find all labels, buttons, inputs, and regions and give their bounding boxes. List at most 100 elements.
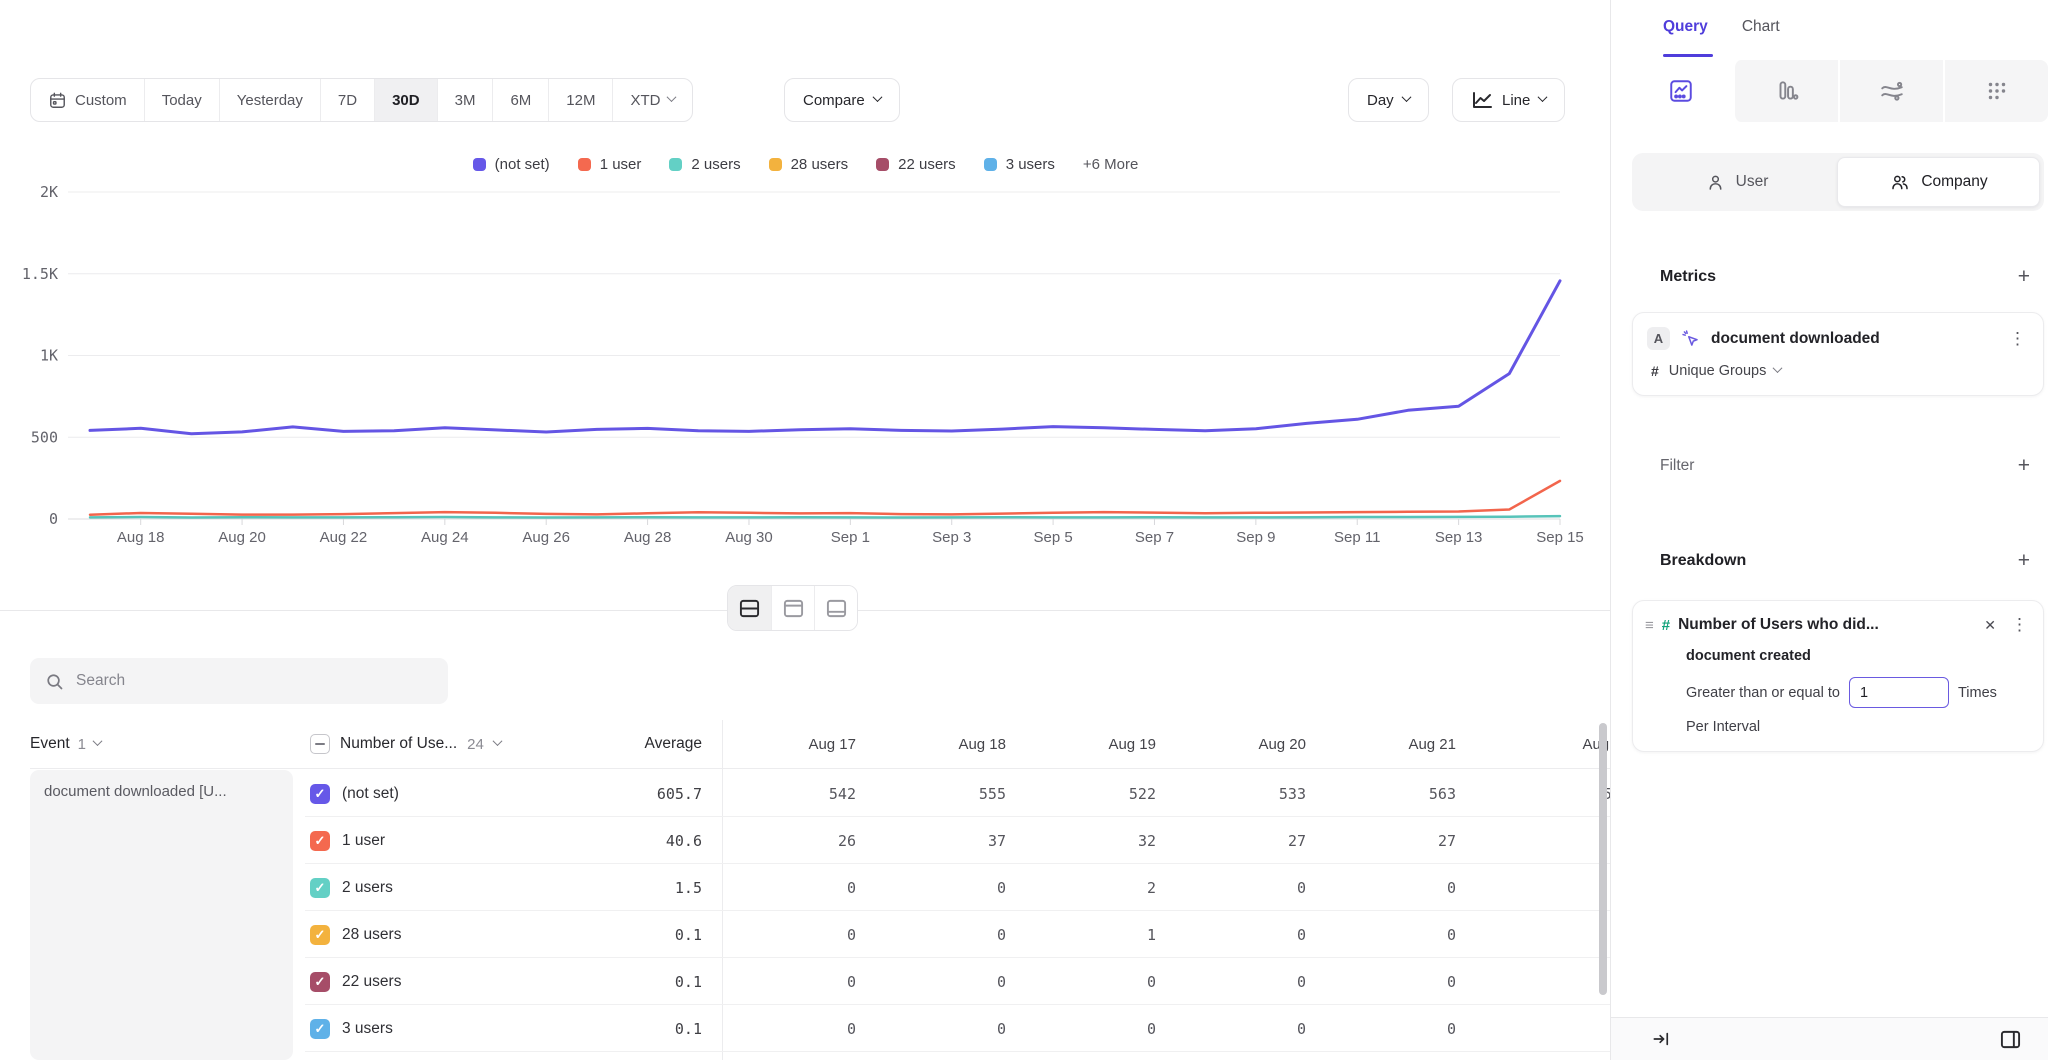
search-box bbox=[30, 658, 448, 704]
add-metric-button[interactable]: + bbox=[2012, 264, 2036, 289]
drag-handle-icon[interactable]: ≡ bbox=[1645, 617, 1654, 634]
legend-label: 28 users bbox=[791, 156, 849, 173]
legend-item[interactable]: 1 user bbox=[578, 156, 642, 173]
row-date-value: 0 bbox=[1306, 1005, 1456, 1052]
legend-item[interactable]: 28 users bbox=[769, 156, 849, 173]
row-average-value: 605.7 bbox=[560, 770, 702, 817]
toggle-option-company[interactable]: Company bbox=[1837, 157, 2040, 207]
collapse-panel-icon[interactable] bbox=[1651, 1029, 1671, 1049]
range-option-3m[interactable]: 3M bbox=[437, 79, 493, 121]
chevron-down-icon bbox=[1773, 363, 1783, 373]
view-toggle-chart-only-view[interactable] bbox=[771, 586, 814, 630]
range-option-6m[interactable]: 6M bbox=[492, 79, 548, 121]
row-date-value: 0 bbox=[1006, 1005, 1156, 1052]
legend-item[interactable]: 3 users bbox=[984, 156, 1055, 173]
row-date-value: 533 bbox=[1156, 770, 1306, 817]
metric-card[interactable]: A document downloaded ⋮ # Unique Groups bbox=[1632, 312, 2044, 396]
tab-chart[interactable]: Chart bbox=[1742, 18, 1780, 36]
row-checkbox[interactable]: ✓ bbox=[310, 925, 330, 945]
row-checkbox[interactable]: ✓ bbox=[310, 784, 330, 804]
close-icon[interactable]: ✕ bbox=[1980, 617, 2000, 634]
chart-type-dropdown[interactable]: Line bbox=[1452, 78, 1565, 122]
view-toggle-split-view[interactable] bbox=[728, 586, 771, 630]
range-option-custom[interactable]: Custom bbox=[31, 79, 144, 121]
legend-swatch bbox=[578, 158, 591, 171]
panel-layout-icon[interactable] bbox=[1999, 1029, 2022, 1050]
chevron-down-icon bbox=[492, 736, 502, 746]
row-checkbox[interactable]: ✓ bbox=[310, 878, 330, 898]
compare-button[interactable]: Compare bbox=[784, 78, 900, 122]
toggle-option-user[interactable]: User bbox=[1636, 157, 1837, 207]
bar-chart-icon bbox=[1774, 78, 1800, 104]
row-date-value: 0 bbox=[1156, 911, 1306, 958]
view-toggle-table-only-view[interactable] bbox=[814, 586, 857, 630]
measure-dropdown[interactable]: Unique Groups bbox=[1669, 363, 1782, 379]
range-option-label: Today bbox=[162, 92, 202, 109]
chart-type-bar-chart[interactable] bbox=[1733, 60, 1838, 122]
table-vertical-scrollbar[interactable] bbox=[1599, 723, 1607, 995]
chart-type-stream-chart[interactable] bbox=[1838, 60, 1943, 122]
row-date-value: 2 bbox=[1006, 864, 1156, 911]
add-breakdown-button[interactable]: + bbox=[2012, 548, 2036, 573]
breakdown-event-name[interactable]: document created bbox=[1686, 648, 2031, 664]
row-date-value: 0 bbox=[1306, 864, 1456, 911]
legend-swatch bbox=[669, 158, 682, 171]
sidebar-tabs: Query Chart bbox=[1663, 18, 1780, 36]
chart-type-line-chart[interactable] bbox=[1628, 60, 1733, 122]
svg-text:1.5K: 1.5K bbox=[22, 265, 58, 283]
range-option-7d[interactable]: 7D bbox=[320, 79, 374, 121]
row-checkbox-cell: ✓ bbox=[310, 864, 330, 911]
date-column-header: Aug 19 bbox=[1006, 720, 1156, 768]
metric-event-name[interactable]: document downloaded bbox=[1711, 330, 1996, 348]
svg-text:Aug 30: Aug 30 bbox=[725, 529, 773, 546]
range-option-today[interactable]: Today bbox=[144, 79, 219, 121]
row-date-value: 0 bbox=[706, 911, 856, 958]
row-checkbox[interactable]: ✓ bbox=[310, 972, 330, 992]
svg-text:Aug 22: Aug 22 bbox=[320, 529, 368, 546]
condition-value-input[interactable] bbox=[1849, 677, 1949, 708]
select-all-checkbox[interactable] bbox=[310, 734, 330, 754]
search-input[interactable] bbox=[76, 672, 433, 690]
range-option-xtd[interactable]: XTD bbox=[612, 79, 692, 121]
row-checkbox[interactable]: ✓ bbox=[310, 831, 330, 851]
view-toggle-group bbox=[727, 585, 858, 631]
row-date-value: 28 bbox=[1480, 817, 1611, 864]
breakdown-section-header: Breakdown + bbox=[1660, 548, 2036, 573]
breakdown-title: Breakdown bbox=[1660, 552, 1746, 570]
range-option-30d[interactable]: 30D bbox=[374, 79, 437, 121]
per-interval-label: Per Interval bbox=[1686, 719, 2031, 735]
event-column-header[interactable]: Event 1 bbox=[30, 720, 101, 768]
date-range-group: Custom Today Yesterday7D30D3M6M12MXTD bbox=[30, 78, 693, 122]
metric-badge: A bbox=[1647, 327, 1670, 350]
metrics-section-header: Metrics + bbox=[1660, 264, 2036, 289]
active-tab-underline bbox=[1663, 54, 1713, 57]
interval-dropdown[interactable]: Day bbox=[1348, 78, 1429, 122]
legend-item[interactable]: 22 users bbox=[876, 156, 956, 173]
range-option-12m[interactable]: 12M bbox=[548, 79, 612, 121]
breakdown-card[interactable]: ≡ # Number of Users who did... ✕ ⋮ docum… bbox=[1632, 600, 2044, 752]
row-date-value: 26 bbox=[706, 817, 856, 864]
range-option-yesterday[interactable]: Yesterday bbox=[219, 79, 320, 121]
legend-item[interactable]: 2 users bbox=[669, 156, 740, 173]
condition-label: Greater than or equal to bbox=[1686, 685, 1840, 701]
add-filter-button[interactable]: + bbox=[2012, 453, 2036, 478]
svg-text:Aug 18: Aug 18 bbox=[117, 529, 165, 546]
kebab-menu-icon[interactable]: ⋮ bbox=[2008, 615, 2031, 635]
kebab-menu-icon[interactable]: ⋮ bbox=[2006, 329, 2029, 349]
svg-text:0: 0 bbox=[49, 510, 58, 528]
chart-type-dot-grid[interactable] bbox=[1943, 60, 2048, 122]
svg-text:Sep 5: Sep 5 bbox=[1034, 529, 1073, 546]
legend-more-button[interactable]: +6 More bbox=[1083, 156, 1138, 173]
row-date-value: 0 bbox=[1006, 958, 1156, 1005]
breakdown-column-header[interactable]: Number of Use... 24 bbox=[310, 720, 501, 768]
date-column-header: Aug 20 bbox=[1156, 720, 1306, 768]
tab-query[interactable]: Query bbox=[1663, 18, 1708, 36]
chevron-down-icon bbox=[93, 736, 103, 746]
row-checkbox[interactable]: ✓ bbox=[310, 1019, 330, 1039]
line-chart[interactable]: 05001K1.5K2KAug 18Aug 20Aug 22Aug 24Aug … bbox=[0, 178, 1611, 550]
table-row: ✓28 users0.1001000 bbox=[0, 911, 1611, 958]
breakdown-card-title[interactable]: Number of Users who did... bbox=[1678, 616, 1972, 634]
row-label: 22 users bbox=[342, 958, 401, 1005]
legend-item[interactable]: (not set) bbox=[473, 156, 550, 173]
toggle-company-label: Company bbox=[1921, 173, 1987, 191]
